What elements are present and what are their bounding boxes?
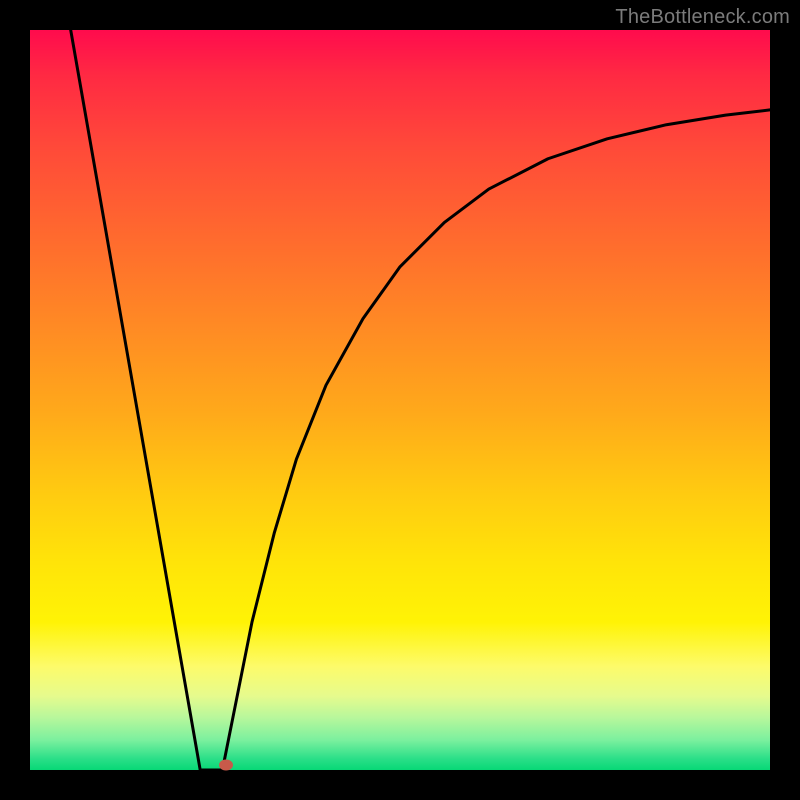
curve-layer <box>30 30 770 770</box>
bottleneck-curve <box>71 30 770 770</box>
watermark-label: TheBottleneck.com <box>615 6 790 29</box>
plot-area <box>30 30 770 770</box>
bottleneck-marker <box>219 759 233 770</box>
chart-stage: TheBottleneck.com <box>0 0 800 800</box>
